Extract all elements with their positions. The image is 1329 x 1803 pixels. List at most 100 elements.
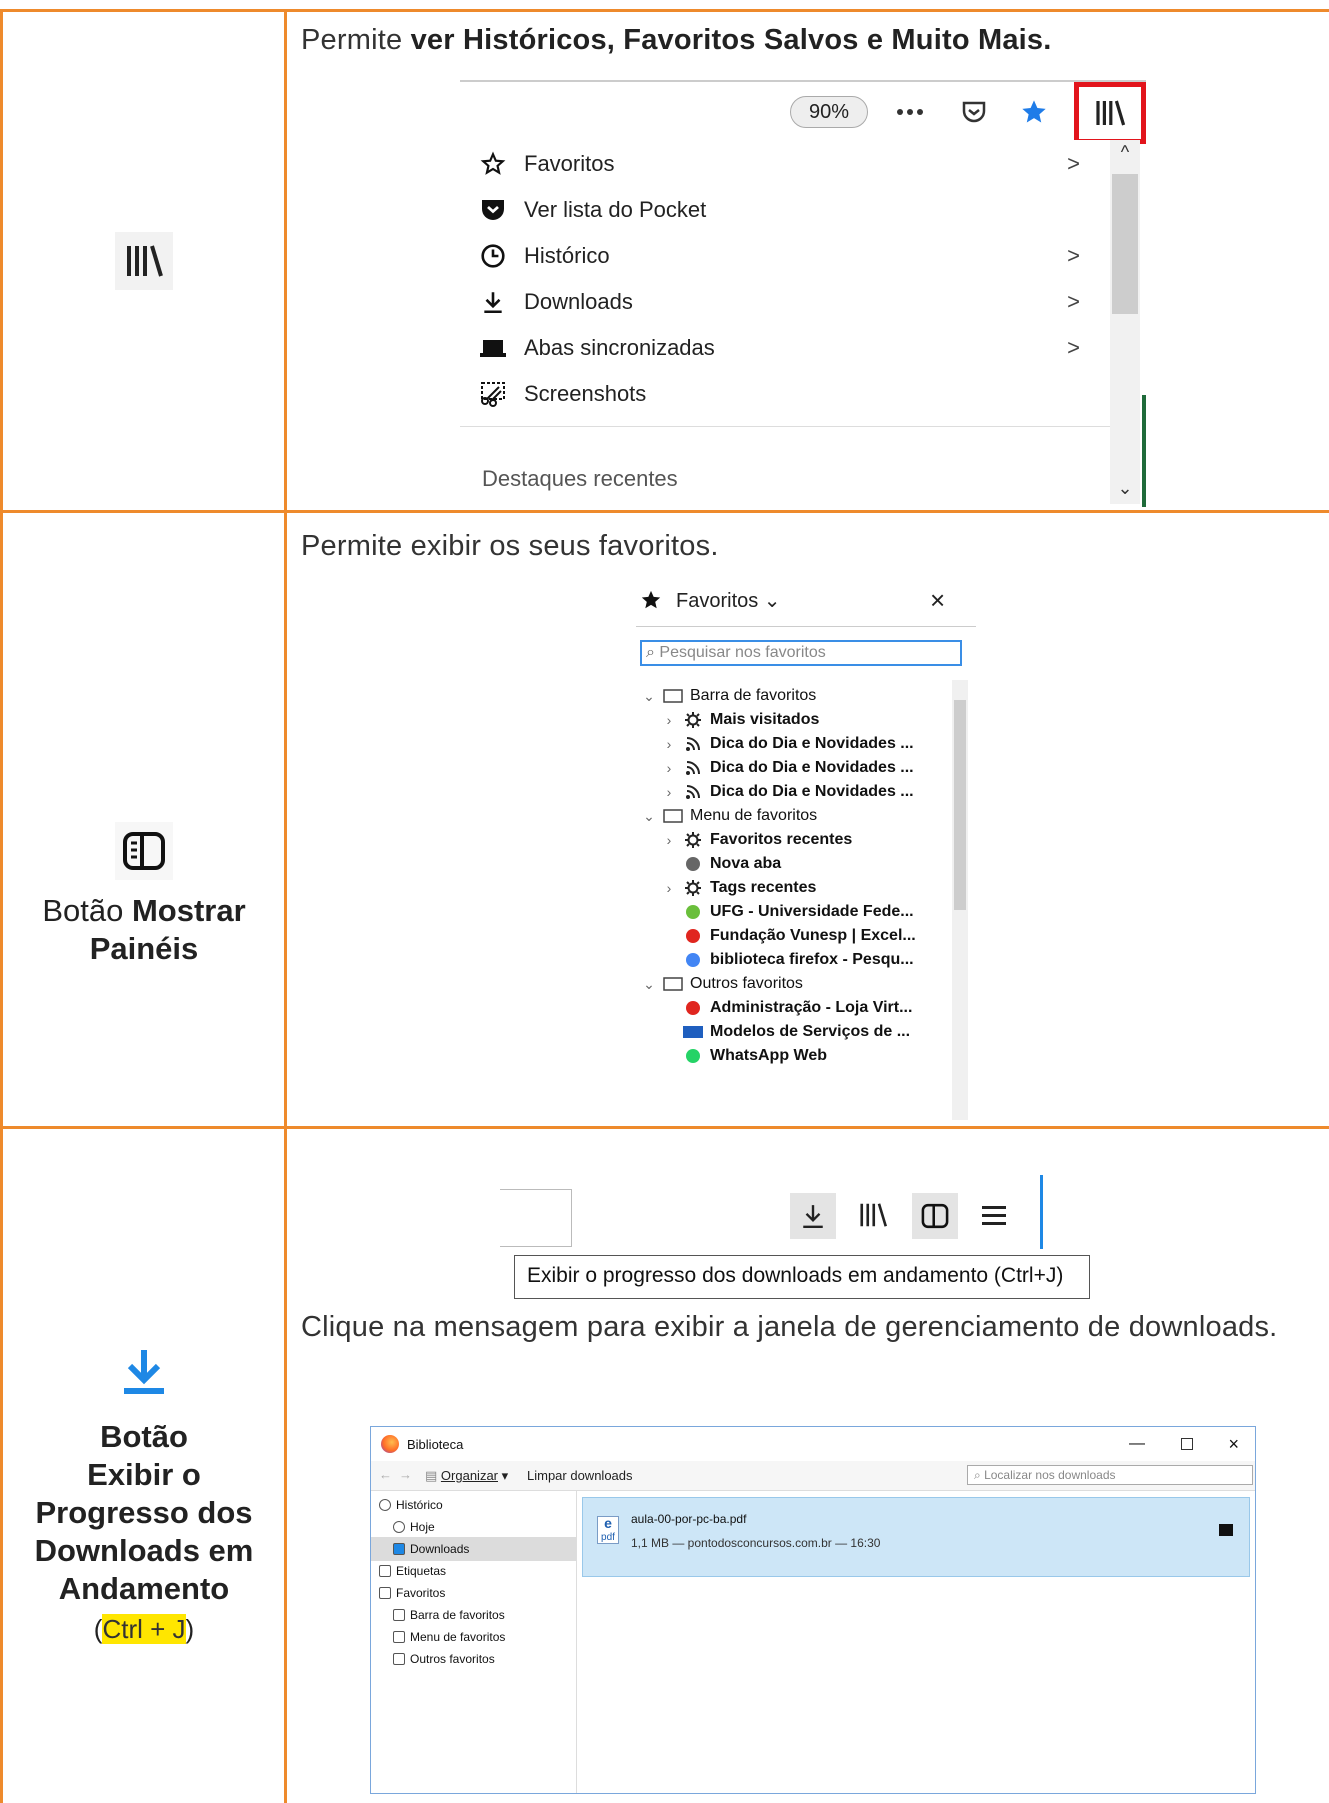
menu-scrollbar[interactable]: ^ ⌄ xyxy=(1110,140,1140,504)
bookmark-item[interactable]: Nova aba xyxy=(660,852,781,876)
menu-item-favoritos[interactable]: Favoritos > xyxy=(478,144,1098,184)
library-button-highlighted[interactable] xyxy=(1074,82,1146,144)
menu-item-screenshots[interactable]: Screenshots xyxy=(478,374,1098,414)
bookmark-item[interactable]: biblioteca firefox - Pesqu... xyxy=(660,948,914,972)
scrollbar-thumb[interactable] xyxy=(954,700,966,910)
zoom-level-button[interactable]: 90% xyxy=(790,96,868,128)
content-table: Permite ver Históricos, Favoritos Salvos… xyxy=(0,0,1329,1803)
bookmark-item[interactable]: WhatsApp Web xyxy=(660,1044,827,1068)
bookmark-item[interactable]: Fundação Vunesp | Excel... xyxy=(660,924,916,948)
rss-icon xyxy=(682,759,704,777)
twisty-icon[interactable]: › xyxy=(660,832,678,848)
bookmarks-sidebar: Favoritos ⌄ × ⌕ Pesquisar nos favoritos … xyxy=(636,580,976,1120)
row2-description: Permite exibir os seus favoritos. xyxy=(301,530,719,562)
bookmark-label: Dica do Dia e Novidades ... xyxy=(710,783,914,800)
bookmark-item[interactable]: › Dica do Dia e Novidades ... xyxy=(660,756,914,780)
library-tree-item[interactable]: Menu de favoritos xyxy=(371,1625,576,1649)
sidebar-panel-button[interactable] xyxy=(912,1193,958,1239)
tree-item-icon xyxy=(379,1499,391,1511)
bookmark-item[interactable]: › Dica do Dia e Novidades ... xyxy=(660,780,914,804)
library-toolbar: ← → ▤ Organizar ▾ Limpar downloads ⌕ Loc… xyxy=(371,1461,1255,1491)
twisty-icon[interactable]: › xyxy=(660,736,678,752)
bookmarks-scrollbar[interactable] xyxy=(952,680,968,1120)
bookmark-item[interactable]: UFG - Universidade Fede... xyxy=(660,900,914,924)
menu-separator xyxy=(460,426,1110,427)
maximize-icon[interactable] xyxy=(1181,1438,1193,1450)
library-tree-item[interactable]: Barra de favoritos xyxy=(371,1603,576,1627)
tree-item-icon xyxy=(393,1609,405,1621)
url-field[interactable] xyxy=(500,1189,572,1247)
download-item[interactable]: e pdf aula-00-por-pc-ba.pdf 1,1 MB — pont… xyxy=(582,1497,1250,1577)
forward-icon[interactable]: → xyxy=(399,1467,412,1482)
bookmark-item[interactable]: › Dica do Dia e Novidades ... xyxy=(660,732,914,756)
library-tree-item[interactable]: Downloads xyxy=(371,1537,576,1561)
tree-item-icon xyxy=(379,1565,391,1577)
search-icon: ⌕ xyxy=(646,644,655,661)
bookmark-item[interactable]: ⌄ Barra de favoritos xyxy=(640,684,816,708)
folder-star-icon xyxy=(662,687,684,705)
minimize-icon[interactable]: — xyxy=(1129,1435,1145,1453)
gear-icon xyxy=(682,879,704,897)
twisty-icon[interactable]: › xyxy=(660,880,678,896)
row3-description: Clique na mensagem para exibir a janela … xyxy=(301,1311,1278,1343)
whatsapp-icon xyxy=(682,1047,704,1065)
shortcut-label: (Ctrl + J) xyxy=(93,1614,195,1644)
browser-toolbar: 90% xyxy=(460,80,1146,144)
bookmark-item[interactable]: ⌄ Menu de favoritos xyxy=(640,804,817,828)
pocket-icon[interactable] xyxy=(954,92,994,132)
twisty-icon[interactable]: ⌄ xyxy=(640,808,658,825)
twisty-icon[interactable]: › xyxy=(660,712,678,728)
menu-item-downloads[interactable]: Downloads > xyxy=(478,282,1098,322)
more-icon[interactable] xyxy=(890,92,930,132)
menu-item-historico[interactable]: Histórico > xyxy=(478,236,1098,276)
clear-downloads-button[interactable]: Limpar downloads xyxy=(527,1468,633,1483)
menu-item-abas-sincronizadas[interactable]: Abas sincronizadas > xyxy=(478,328,1098,368)
downloads-search-input[interactable]: ⌕ Localizar nos downloads xyxy=(967,1465,1253,1485)
open-folder-icon[interactable] xyxy=(1219,1524,1233,1536)
download-button[interactable] xyxy=(790,1193,836,1239)
bookmark-item[interactable]: Modelos de Serviços de ... xyxy=(660,1020,910,1044)
bookmark-item[interactable]: Administração - Loja Virt... xyxy=(660,996,912,1020)
bookmark-label: Nova aba xyxy=(710,855,782,872)
twisty-icon[interactable]: › xyxy=(660,784,678,800)
scroll-up-icon[interactable]: ^ xyxy=(1110,142,1140,163)
bookmark-item[interactable]: ⌄ Outros favoritos xyxy=(640,972,803,996)
globe-icon xyxy=(682,855,704,873)
twisty-icon[interactable]: ⌄ xyxy=(640,976,658,993)
hamburger-menu-icon[interactable] xyxy=(978,1199,1010,1231)
scroll-down-icon[interactable]: ⌄ xyxy=(1110,478,1140,499)
bookmark-item[interactable]: › Tags recentes xyxy=(660,876,816,900)
close-icon[interactable]: × xyxy=(930,585,945,616)
star-icon[interactable] xyxy=(1014,92,1054,132)
row1-description: Permite ver Históricos, Favoritos Salvos… xyxy=(301,24,1052,56)
menu-item-pocket[interactable]: Ver lista do Pocket xyxy=(478,190,1098,230)
library-tree-item[interactable]: Favoritos xyxy=(371,1581,576,1605)
sidebar-panel-icon xyxy=(921,1203,949,1229)
close-icon[interactable]: × xyxy=(1228,1434,1239,1455)
organize-menu-button[interactable]: ▤ Organizar ▾ xyxy=(425,1468,508,1484)
back-icon[interactable]: ← xyxy=(379,1467,392,1482)
bookmarks-search-input[interactable]: ⌕ Pesquisar nos favoritos xyxy=(640,640,962,666)
bookmark-label: Administração - Loja Virt... xyxy=(710,999,913,1016)
bookmark-label: Dica do Dia e Novidades ... xyxy=(710,759,914,776)
bookmark-item[interactable]: › Favoritos recentes xyxy=(660,828,852,852)
header-divider xyxy=(636,626,976,627)
scrollbar-thumb[interactable] xyxy=(1112,174,1138,314)
library-icon[interactable] xyxy=(855,1197,891,1233)
sidebar-switcher-button[interactable]: Favoritos ⌄ xyxy=(676,588,781,613)
bookmark-item[interactable]: › Mais visitados xyxy=(660,708,819,732)
bookmark-label: Fundação Vunesp | Excel... xyxy=(710,927,916,944)
bookmark-label: Favoritos recentes xyxy=(710,831,853,848)
library-tree-item[interactable]: Etiquetas xyxy=(371,1559,576,1583)
bookmark-label: Modelos de Serviços de ... xyxy=(710,1023,911,1040)
library-tree-item[interactable]: Histórico xyxy=(371,1493,576,1517)
library-menu: Favoritos > Ver lista do Pocket Históric… xyxy=(460,140,1110,508)
downloads-tooltip[interactable]: Exibir o progresso dos downloads em anda… xyxy=(514,1255,1090,1299)
twisty-icon[interactable]: ⌄ xyxy=(640,688,658,705)
library-tree-item[interactable]: Hoje xyxy=(371,1515,576,1539)
tree-item-label: Hoje xyxy=(410,1520,435,1534)
library-tree-item[interactable]: Outros favoritos xyxy=(371,1647,576,1671)
twisty-icon[interactable]: › xyxy=(660,760,678,776)
screenshot-icon xyxy=(478,379,508,409)
tree-item-icon xyxy=(393,1543,405,1555)
